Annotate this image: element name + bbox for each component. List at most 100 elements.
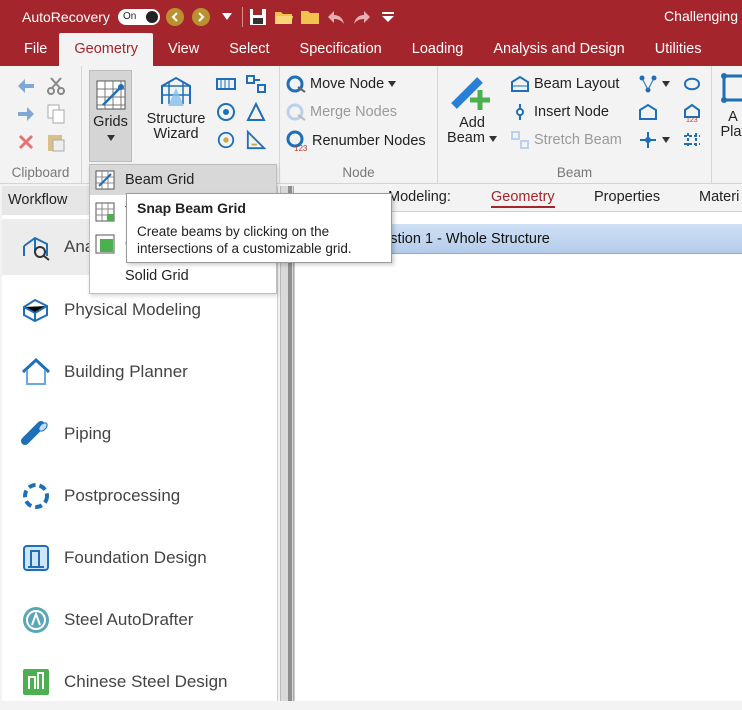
mirror-icon[interactable] <box>246 102 266 122</box>
beam-group: Add Beam Beam Layout Insert Node Stretch… <box>438 66 712 184</box>
tab-specification[interactable]: Specification <box>285 33 397 66</box>
renumber-beams-icon[interactable]: 123 <box>682 102 702 122</box>
subtab-materials[interactable]: Materi <box>699 189 739 205</box>
window-title: Challenging <box>664 8 738 24</box>
add-beam-icon <box>451 77 490 110</box>
move-node-label: Move Node <box>310 76 385 92</box>
house-icon <box>20 356 52 388</box>
add-beam-options-icon[interactable] <box>638 130 658 150</box>
menu-item-label: Beam Grid <box>125 172 195 188</box>
forward-arrow-icon <box>191 7 210 26</box>
undo-button[interactable] <box>325 6 347 28</box>
workflow-item-label: Physical Modeling <box>64 300 202 319</box>
split-beam-icon[interactable] <box>638 74 658 94</box>
add-plate-label-1: A <box>728 109 738 125</box>
folder-button[interactable] <box>299 6 321 28</box>
move-node-button[interactable]: Move Node <box>286 74 397 94</box>
insert-node-icon <box>516 104 524 120</box>
paste-back-icon[interactable] <box>16 76 36 96</box>
forward-icon[interactable] <box>16 104 36 124</box>
save-button[interactable] <box>247 6 269 28</box>
menu-item-beam-grid[interactable]: Beam Grid <box>90 165 276 195</box>
back-nav-button[interactable] <box>164 6 186 28</box>
autodrafter-icon <box>20 604 52 636</box>
title-bar: AutoRecovery On Challenging <box>0 0 742 33</box>
workflow-item-steel-autodrafter[interactable]: Steel AutoDrafter <box>2 592 276 648</box>
beam-array-icon[interactable] <box>216 74 236 94</box>
stretch-beam-button[interactable]: Stretch Beam <box>510 130 622 150</box>
workflow-item-piping[interactable]: Piping <box>2 406 276 462</box>
grid-icon <box>95 202 115 222</box>
copy-icon[interactable] <box>46 104 66 124</box>
structure-wizard-label-1: Structure <box>146 111 206 127</box>
tab-loading[interactable]: Loading <box>397 33 479 66</box>
stretch-beam-label: Stretch Beam <box>534 132 622 148</box>
connect-beams-icon[interactable] <box>682 74 702 94</box>
tab-utilities[interactable]: Utilities <box>640 33 717 66</box>
add-beam-label-2: Beam <box>444 131 500 146</box>
tooltip-body: Create beams by clicking on the intersec… <box>137 223 381 257</box>
circular-repeat-icon[interactable] <box>216 102 236 122</box>
forward-nav-button[interactable] <box>190 6 212 28</box>
grids-button[interactable]: Grids <box>89 70 132 162</box>
structure-wizard-button[interactable]: Structure Wizard <box>142 70 210 150</box>
tab-select[interactable]: Select <box>214 33 284 66</box>
workflow-item-chinese-steel-design[interactable]: Chinese Steel Design <box>2 654 276 710</box>
caret-down-icon <box>488 136 497 142</box>
beam-group-label: Beam <box>556 165 593 180</box>
insert-node-button[interactable]: Insert Node <box>510 102 609 122</box>
beam-layout-button[interactable]: Beam Layout <box>510 74 619 94</box>
workflow-item-label: Building Planner <box>64 362 188 381</box>
merge-nodes-button[interactable]: Merge Nodes <box>286 102 397 122</box>
tab-analysis-and-design[interactable]: Analysis and Design <box>478 33 639 66</box>
grids-button-label: Grids <box>93 114 128 130</box>
tab-geometry[interactable]: Geometry <box>59 33 154 66</box>
workflow-item-building-planner[interactable]: Building Planner <box>2 344 276 400</box>
intersect-beams-icon[interactable] <box>638 102 658 122</box>
chinese-steel-icon <box>20 666 52 698</box>
caret-down-icon <box>381 11 394 22</box>
grid-icon <box>96 80 125 110</box>
caret-down-icon[interactable] <box>656 130 676 150</box>
workflow-item-label: Steel AutoDrafter <box>64 610 194 629</box>
renumber-nodes-label: Renumber Nodes <box>312 133 426 149</box>
delete-icon[interactable] <box>16 132 36 152</box>
tooltip: Snap Beam Grid Create beams by clicking … <box>126 193 392 263</box>
open-button[interactable] <box>273 6 295 28</box>
beam-layout-icon <box>511 75 529 92</box>
customize-toolbar-button[interactable] <box>377 6 399 28</box>
cut-icon[interactable] <box>46 76 66 96</box>
paste-icon[interactable] <box>46 132 66 152</box>
renumber-nodes-icon: 123 <box>286 130 308 152</box>
workflow-item-foundation-design[interactable]: Foundation Design <box>2 530 276 586</box>
model-viewport[interactable] <box>294 254 742 701</box>
renumber-nodes-button[interactable]: 123 Renumber Nodes <box>286 130 426 152</box>
subtab-properties[interactable]: Properties <box>594 189 660 205</box>
merge-nodes-label: Merge Nodes <box>310 104 398 120</box>
subtab-geometry[interactable]: Geometry <box>491 189 555 208</box>
pipe-icon <box>20 418 52 450</box>
physical-modeling-icon <box>20 294 52 326</box>
move-node-icon <box>286 75 306 93</box>
workflow-item-postprocessing[interactable]: Postprocessing <box>2 468 276 524</box>
tab-view[interactable]: View <box>153 33 214 66</box>
tab-file[interactable]: File <box>0 33 59 66</box>
translational-repeat-icon[interactable] <box>246 74 266 94</box>
measure-icon[interactable] <box>246 129 266 150</box>
redo-button[interactable] <box>351 6 373 28</box>
add-beam-button[interactable]: Add Beam <box>444 72 500 152</box>
svg-text:123: 123 <box>294 144 308 152</box>
menu-item-solid-grid[interactable]: Solid Grid <box>90 261 276 291</box>
add-beam-label-1: Add <box>459 115 485 131</box>
add-plate-label-2: Plat <box>720 124 742 140</box>
rotate-icon[interactable] <box>216 130 236 150</box>
caret-down-icon[interactable] <box>656 74 676 94</box>
clipboard-group: Clipboard <box>0 66 82 184</box>
autorecovery-toggle[interactable]: On <box>117 8 160 25</box>
add-plate-button[interactable]: A Plat <box>718 72 742 152</box>
analytical-modeling-icon <box>20 231 52 263</box>
nav-dropdown-button[interactable] <box>216 6 238 28</box>
workflow-item-label: Foundation Design <box>64 548 207 567</box>
stretch-beam-icon <box>511 131 529 149</box>
beam-grid-lines-icon[interactable] <box>682 130 702 150</box>
